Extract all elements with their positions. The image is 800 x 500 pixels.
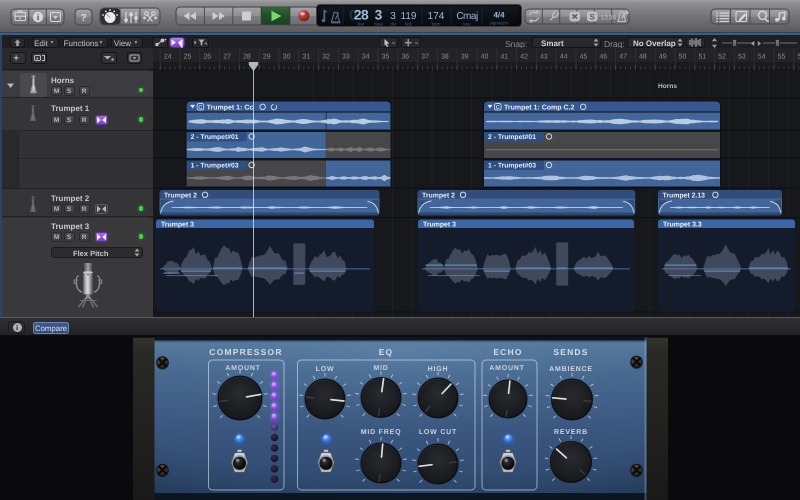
svg-text:Trumpet 3: Trumpet 3 <box>161 221 194 228</box>
svg-text:C: C <box>496 105 500 111</box>
svg-text:2 - Trumpet#01: 2 - Trumpet#01 <box>488 134 536 141</box>
svg-text:Trumpet 1: Comp C.2: Trumpet 1: Comp C.2 <box>504 105 575 112</box>
svg-text:Trumpet 2: Trumpet 2 <box>164 192 197 199</box>
svg-text:2 - Trumpet#01: 2 - Trumpet#01 <box>191 134 239 141</box>
svg-text:Trumpet 2.13: Trumpet 2.13 <box>663 192 706 199</box>
svg-text:C: C <box>198 105 202 111</box>
svg-text:Trumpet 1: Cc: Trumpet 1: Cc <box>207 105 254 112</box>
svg-text:Trumpet 2: Trumpet 2 <box>422 192 455 199</box>
svg-text:Trumpet 3: Trumpet 3 <box>423 221 456 228</box>
svg-text:Trumpet 3.3: Trumpet 3.3 <box>663 221 702 228</box>
svg-text:1 - Trumpet#03: 1 - Trumpet#03 <box>488 163 536 170</box>
svg-text:1 - Trumpet#03: 1 - Trumpet#03 <box>191 163 239 170</box>
